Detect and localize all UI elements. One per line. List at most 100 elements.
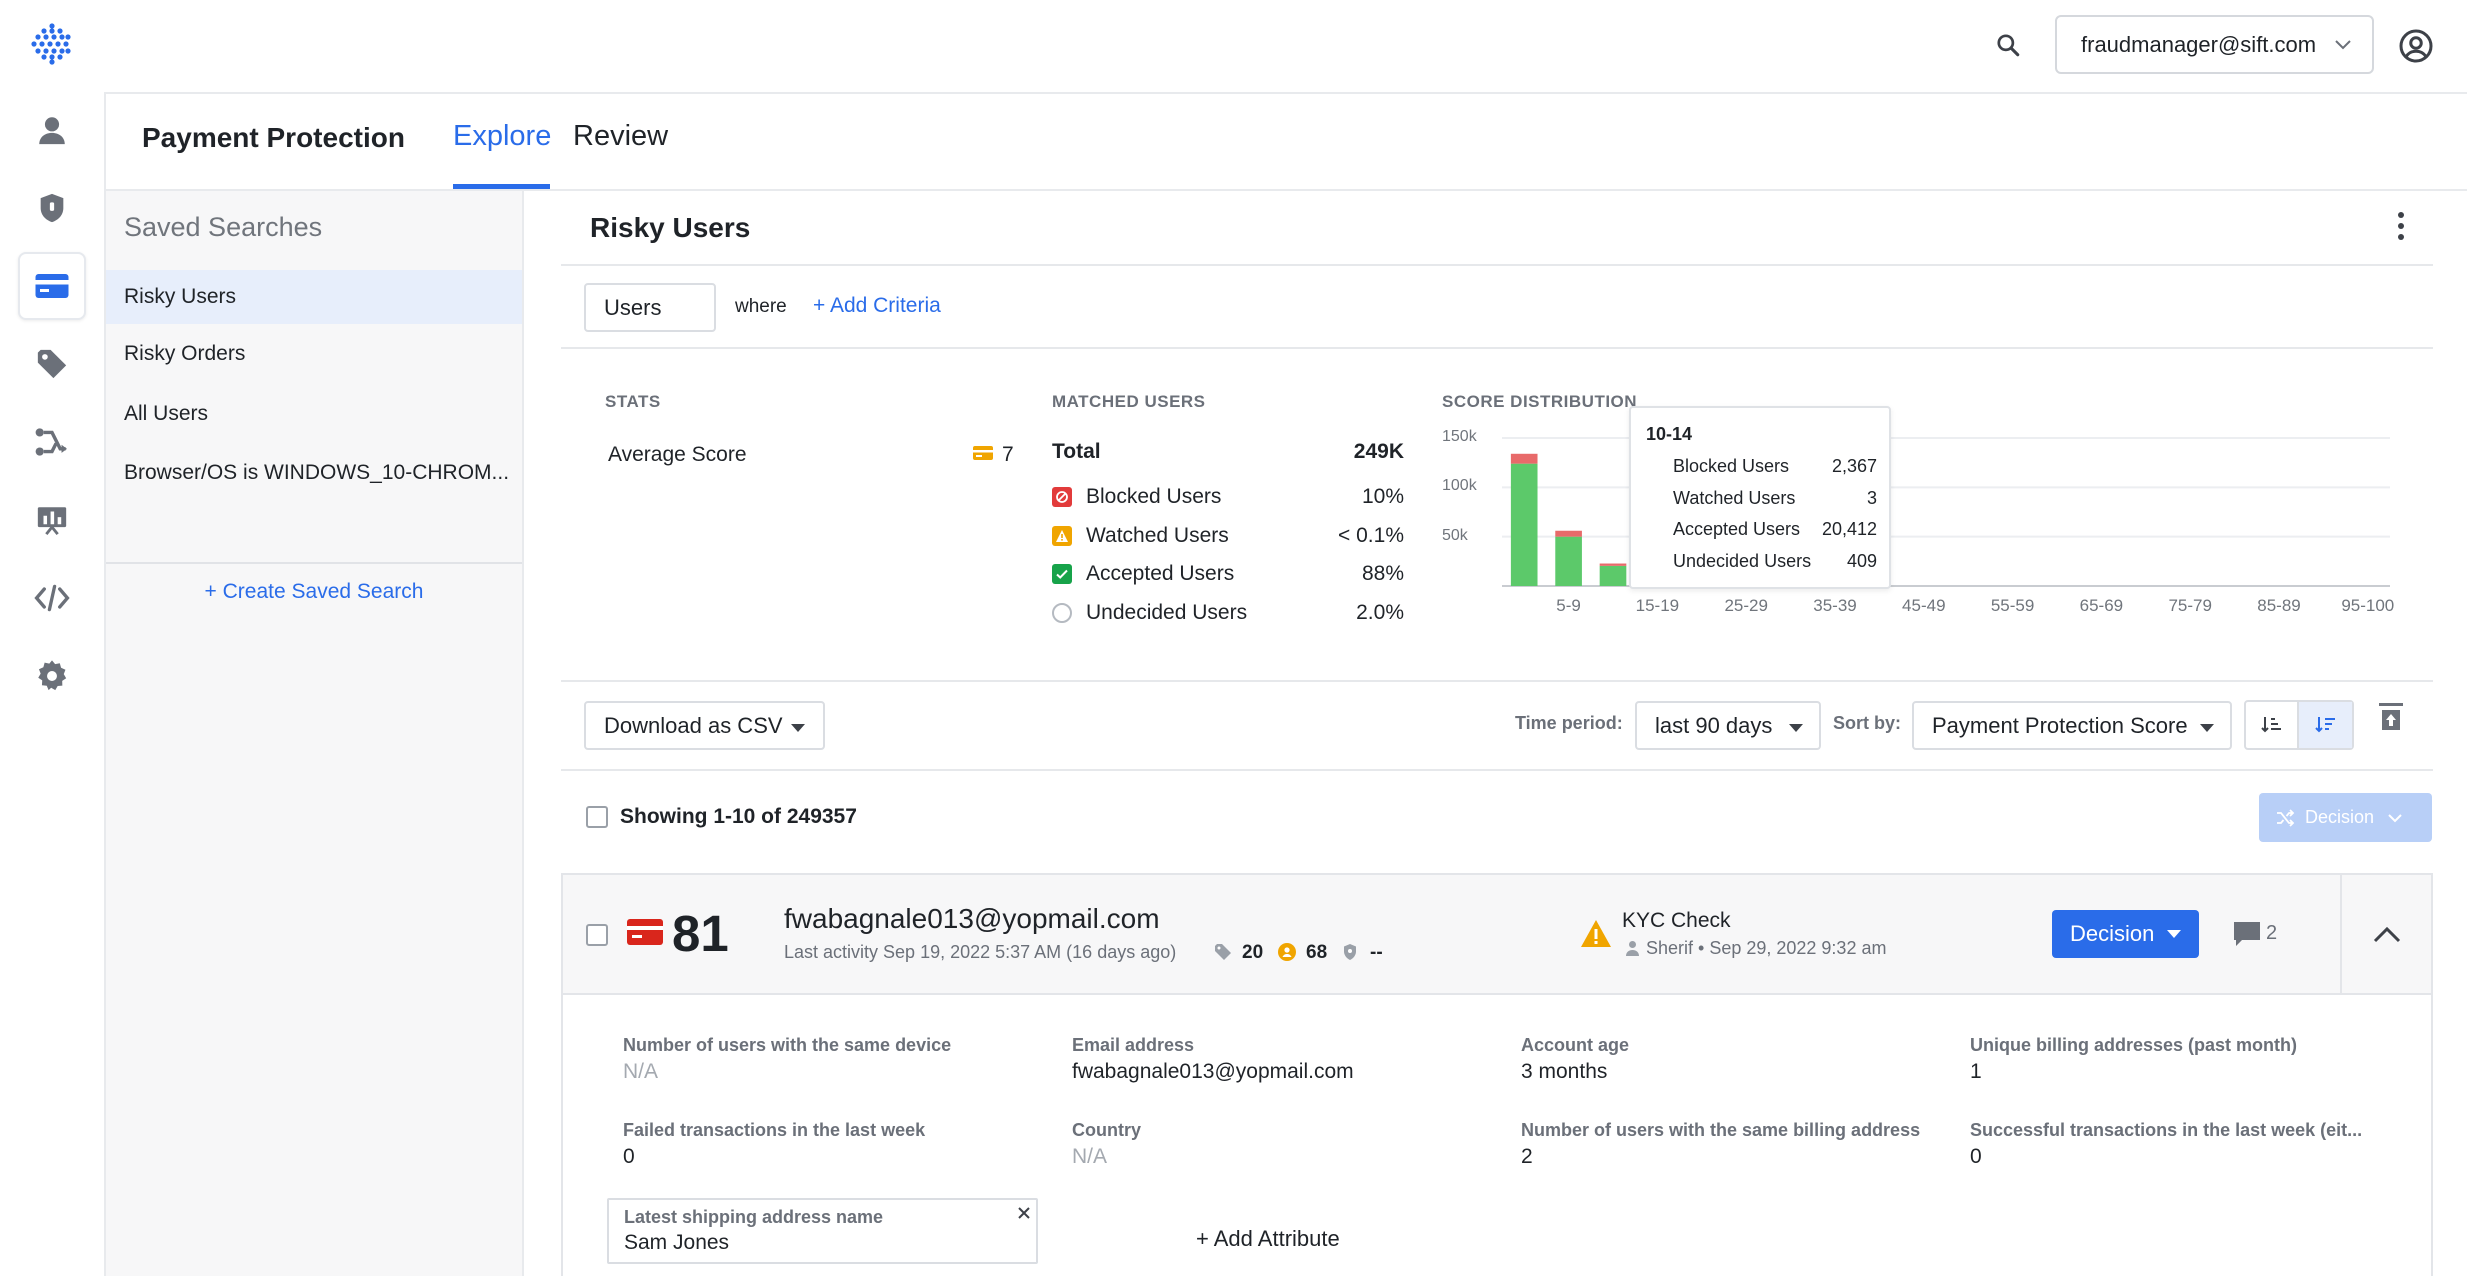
matched-label: Undecided Users bbox=[1086, 601, 1248, 624]
chart-bar-10-14[interactable] bbox=[1599, 565, 1627, 586]
chart-bar-5-9[interactable] bbox=[1555, 536, 1582, 586]
attribute-value: fwabagnale013@yopmail.com bbox=[1072, 1060, 1354, 1083]
attribute-label: Number of users with the same device bbox=[623, 1035, 952, 1055]
risk-score: 81 bbox=[672, 905, 729, 962]
tooltip-label: Accepted Users bbox=[1673, 519, 1801, 539]
more-options-icon[interactable] bbox=[2390, 210, 2412, 242]
caret-down-icon bbox=[1789, 724, 1803, 732]
tag-icon[interactable] bbox=[18, 330, 86, 398]
stats-divider bbox=[561, 680, 2433, 682]
blocked-icon bbox=[1052, 487, 1072, 507]
panel-title: Risky Users bbox=[590, 212, 751, 243]
sift-logo[interactable] bbox=[30, 22, 74, 66]
account-dropdown[interactable]: fraudmanager@sift.com bbox=[2055, 15, 2374, 74]
settings-gear-icon[interactable] bbox=[18, 642, 86, 710]
tooltip-row: Blocked Users 2,367 bbox=[1673, 456, 1877, 477]
panel-header-divider bbox=[561, 264, 2433, 266]
saved-search-all-users[interactable]: All Users bbox=[106, 387, 522, 441]
user-icon[interactable] bbox=[18, 96, 86, 164]
chart-bar-5-9[interactable] bbox=[1555, 530, 1582, 537]
collapse-row-button[interactable] bbox=[2340, 875, 2431, 995]
attribute-value: 3 months bbox=[1521, 1060, 1608, 1083]
time-period-select[interactable]: last 90 days bbox=[1635, 701, 1821, 750]
tooltip-row: Accepted Users 20,412 bbox=[1673, 519, 1877, 540]
matched-label: Watched Users bbox=[1086, 524, 1229, 547]
chevron-up-icon bbox=[2373, 926, 2400, 943]
time-period-label: Time period: bbox=[1515, 713, 1623, 733]
saved-search-browser-os[interactable]: Browser/OS is WINDOWS_10-CHROM... bbox=[106, 446, 522, 500]
shield-lock-icon[interactable] bbox=[18, 174, 86, 242]
kyc-check-title: KYC Check bbox=[1622, 909, 1731, 932]
saved-search-risky-orders[interactable]: Risky Orders bbox=[106, 327, 522, 381]
user-email-link[interactable]: fwabagnale013@yopmail.com bbox=[784, 903, 1160, 935]
sort-descending-icon[interactable] bbox=[2299, 702, 2352, 748]
tab-review[interactable]: Review bbox=[573, 120, 668, 153]
tooltip-value: 20,412 bbox=[1821, 519, 1877, 539]
tooltip-value: 409 bbox=[1846, 551, 1877, 571]
matched-value: 10% bbox=[1361, 485, 1404, 508]
caret-down-icon bbox=[2167, 930, 2181, 938]
chevron-down-icon bbox=[2335, 40, 2351, 50]
stats-heading: STATS bbox=[605, 392, 661, 411]
payment-card-icon[interactable] bbox=[18, 252, 86, 320]
tag-count: 20 bbox=[1242, 942, 1264, 963]
x-tick-label: 45-49 bbox=[1902, 596, 1946, 615]
sort-by-select[interactable]: Payment Protection Score bbox=[1912, 701, 2232, 750]
decision-button[interactable]: Decision bbox=[2052, 910, 2199, 958]
close-icon[interactable] bbox=[1017, 1206, 1031, 1220]
attribute-label: Number of users with the same billing ad… bbox=[1521, 1120, 1921, 1140]
download-csv-dropdown[interactable]: Download as CSV bbox=[584, 701, 825, 750]
matched-users-heading: MATCHED USERS bbox=[1052, 392, 1206, 411]
chart-bar-10-14[interactable] bbox=[1599, 563, 1627, 566]
row-checkbox[interactable] bbox=[586, 924, 608, 946]
x-tick-label: 25-29 bbox=[1724, 596, 1768, 615]
attribute-label: Country bbox=[1072, 1120, 1141, 1140]
account-circle-icon[interactable] bbox=[2398, 28, 2434, 64]
chart-bar-0-4[interactable] bbox=[1510, 453, 1538, 464]
tooltip-row: Undecided Users 409 bbox=[1673, 551, 1877, 572]
tag-icon bbox=[1214, 943, 1232, 961]
left-rail bbox=[0, 0, 104, 1276]
matched-total-value: 249K bbox=[1353, 440, 1404, 463]
create-saved-search-link[interactable]: + Create Saved Search bbox=[106, 580, 522, 604]
score-distribution-chart bbox=[1502, 437, 2390, 587]
attribute-value: 1 bbox=[1970, 1060, 1982, 1083]
presentation-chart-icon[interactable] bbox=[18, 486, 86, 554]
sort-ascending-icon[interactable] bbox=[2246, 702, 2299, 748]
code-icon[interactable] bbox=[18, 564, 86, 632]
tooltip-value: 3 bbox=[1866, 488, 1877, 508]
select-all-checkbox[interactable] bbox=[586, 806, 608, 828]
search-icon[interactable] bbox=[1995, 32, 2021, 58]
kyc-check-meta: Sherif • Sep 29, 2022 9:32 am bbox=[1646, 938, 1887, 958]
tooltip-label: Blocked Users bbox=[1673, 456, 1790, 476]
bulk-decision-button[interactable]: Decision bbox=[2259, 793, 2432, 842]
x-tick-label: 15-19 bbox=[1635, 596, 1680, 615]
x-tick-label: 55-59 bbox=[1990, 596, 2035, 615]
average-score-label: Average Score bbox=[608, 443, 747, 466]
add-criteria-link[interactable]: + Add Criteria bbox=[813, 294, 941, 318]
chart-tooltip: 10-14 Blocked Users 2,367 Watched Users 3 … bbox=[1629, 406, 1891, 589]
matched-row-blocked: Blocked Users 10% bbox=[1052, 480, 1404, 514]
entity-select[interactable]: Users bbox=[584, 283, 716, 332]
saved-search-risky-users[interactable]: Risky Users bbox=[106, 270, 522, 324]
sidebar-divider bbox=[106, 562, 522, 564]
sort-by-label: Sort by: bbox=[1833, 713, 1902, 733]
user-score-icon bbox=[1278, 943, 1296, 961]
x-tick-label: 5-9 bbox=[1556, 596, 1581, 615]
tooltip-row: Watched Users 3 bbox=[1673, 488, 1877, 509]
saved-searches-title: Saved Searches bbox=[124, 212, 323, 242]
x-tick-label: 75-79 bbox=[2168, 596, 2212, 615]
workflow-icon[interactable] bbox=[18, 408, 86, 476]
export-upload-icon[interactable] bbox=[2378, 702, 2404, 732]
caret-down-icon bbox=[791, 724, 805, 732]
y-tick-label: 100k bbox=[1442, 477, 1477, 495]
comment-count: 2 bbox=[2266, 922, 2278, 944]
attribute-label: Failed transactions in the last week bbox=[623, 1120, 926, 1140]
tab-explore[interactable]: Explore bbox=[453, 120, 551, 153]
warning-icon bbox=[1052, 526, 1072, 546]
shuffle-icon bbox=[2277, 808, 2295, 827]
comment-icon[interactable] bbox=[2233, 921, 2261, 947]
chart-bar-0-4[interactable] bbox=[1510, 463, 1538, 586]
attribute-label: Account age bbox=[1521, 1035, 1630, 1055]
add-attribute-link[interactable]: + Add Attribute bbox=[1196, 1226, 1340, 1252]
